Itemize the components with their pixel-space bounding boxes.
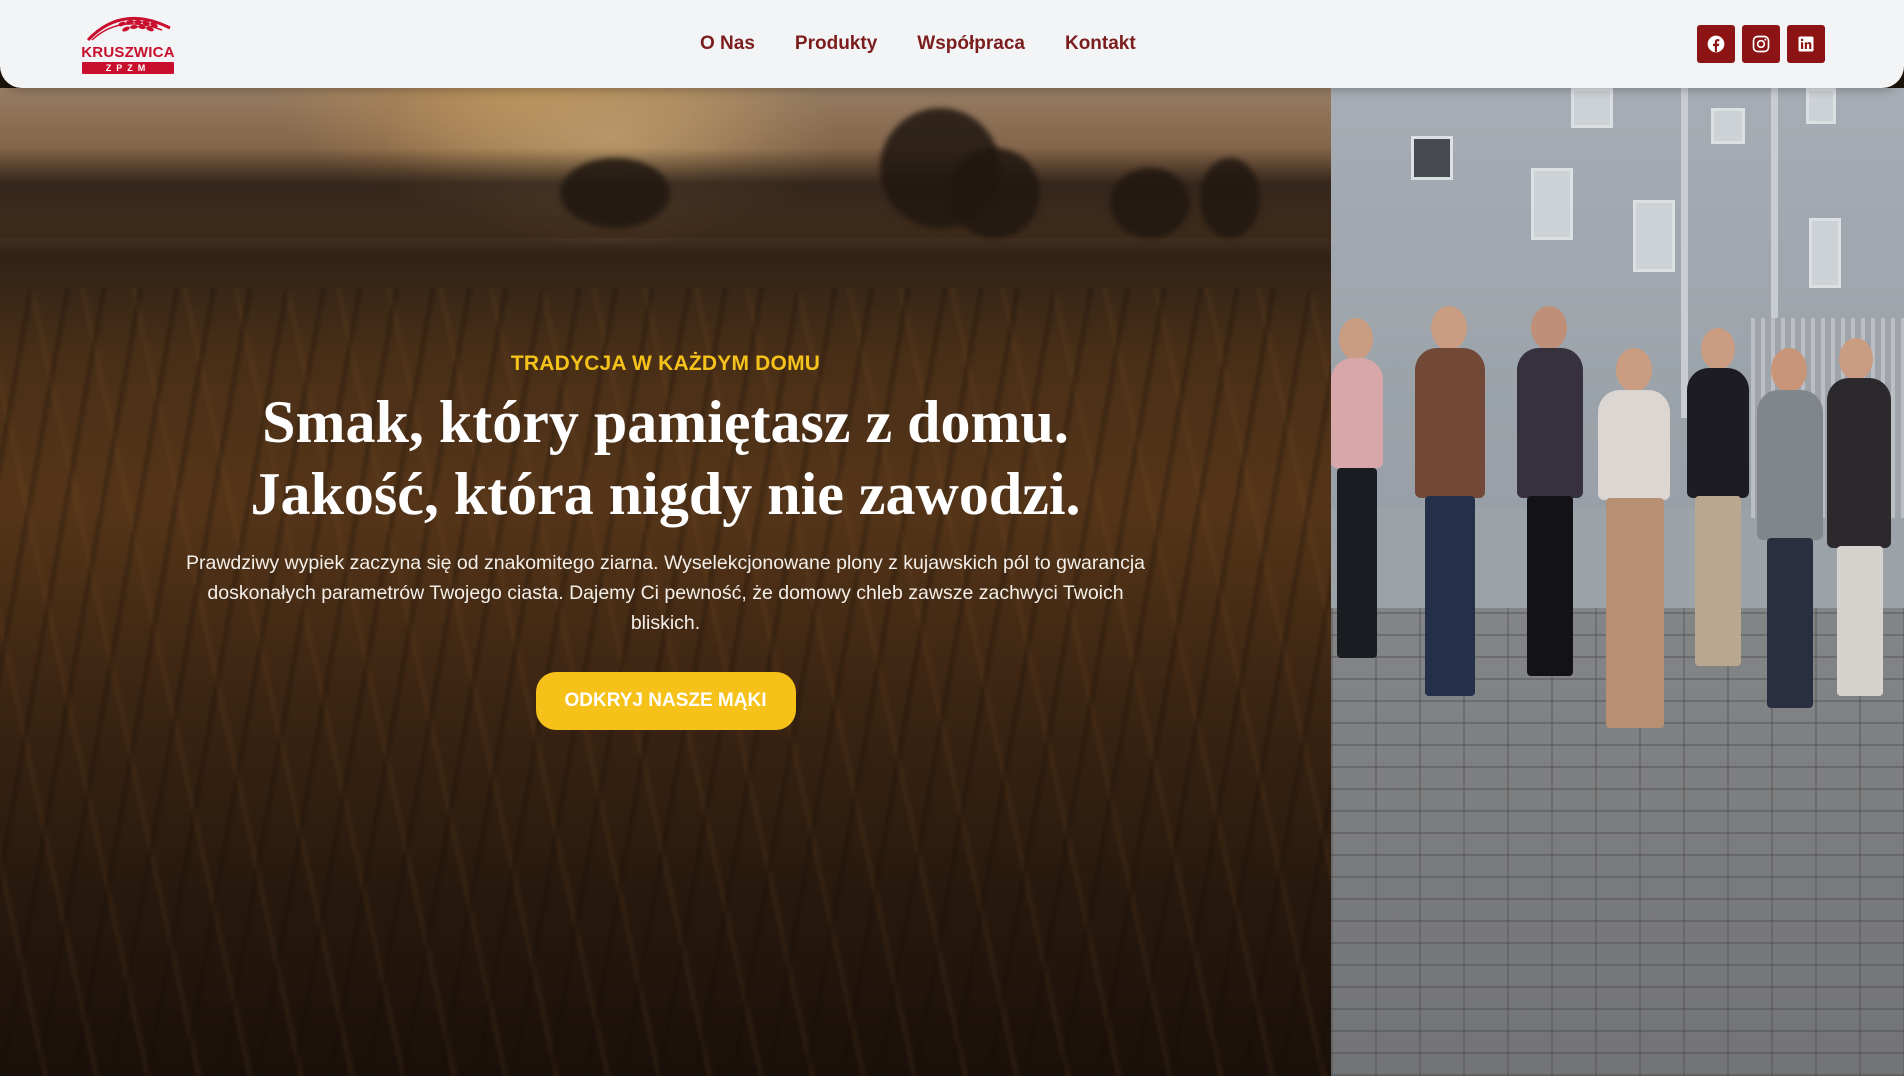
nav-item-produkty[interactable]: Produkty bbox=[795, 33, 877, 55]
hero-content: TRADYCJA W KAŻDYM DOMU Smak, który pamię… bbox=[0, 88, 1331, 1076]
main-nav: O Nas Produkty Współpraca Kontakt bbox=[700, 0, 1136, 88]
hero-eyebrow: TRADYCJA W KAŻDYM DOMU bbox=[510, 352, 821, 375]
hero-headline-line-1: Smak, który pamiętasz z domu. bbox=[262, 389, 1069, 455]
instagram-button[interactable] bbox=[1742, 25, 1780, 63]
facebook-button[interactable] bbox=[1697, 25, 1735, 63]
brand-sub: ZPZM bbox=[82, 62, 174, 74]
instagram-icon bbox=[1752, 35, 1770, 53]
nav-item-kontakt[interactable]: Kontakt bbox=[1065, 33, 1136, 55]
hero-headline-line-2: Jakość, która nigdy nie zawodzi. bbox=[250, 461, 1081, 527]
brand-name: KRUSZWICA bbox=[81, 44, 175, 61]
brand-logo[interactable]: KRUSZWICA ZPZM bbox=[80, 10, 176, 80]
nav-item-o-nas[interactable]: O Nas bbox=[700, 33, 755, 55]
hero-lead: Prawdziwy wypiek zaczyna się od znakomit… bbox=[185, 552, 1146, 634]
social-links bbox=[1697, 25, 1825, 63]
hero-headline: Smak, który pamiętasz z domu. Jakość, kt… bbox=[250, 386, 1080, 530]
site-header: KRUSZWICA ZPZM O Nas Produkty Współpraca… bbox=[0, 0, 1904, 88]
photo-overlay bbox=[1331, 88, 1904, 1076]
discover-flours-button[interactable]: ODKRYJ NASZE MĄKI bbox=[535, 672, 796, 730]
nav-item-wspolpraca[interactable]: Współpraca bbox=[917, 33, 1025, 55]
facebook-icon bbox=[1707, 35, 1725, 53]
team-photo bbox=[1331, 88, 1904, 1076]
linkedin-icon bbox=[1798, 36, 1814, 52]
linkedin-button[interactable] bbox=[1787, 25, 1825, 63]
wheat-arc-icon bbox=[86, 16, 171, 42]
